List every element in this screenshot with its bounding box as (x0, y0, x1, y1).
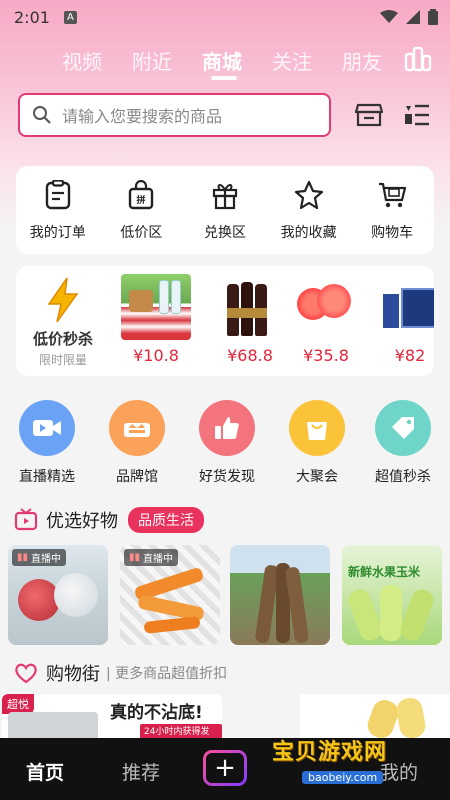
tab-friends[interactable]: 朋友 (342, 46, 382, 75)
product-card[interactable]: ▮▮ 直播中 (120, 545, 220, 645)
deal-price: ¥35.8 (303, 346, 349, 365)
shortcut-label: 购物车 (371, 225, 414, 241)
notification-a-icon: A (63, 10, 77, 24)
flash-sale-header[interactable]: 低价秒杀 限时限量 (16, 266, 110, 376)
tab-follow[interactable]: 关注 (272, 46, 312, 75)
deal-price: ¥68.8 (227, 346, 273, 365)
tab-recommend[interactable]: 推荐 (122, 758, 160, 785)
active-tab-indicator (211, 76, 237, 80)
deal-item[interactable]: ¥10.8 (118, 274, 194, 370)
banner-headline: 真的不沾底! (110, 703, 203, 723)
shop-icon[interactable] (354, 100, 384, 130)
shopping-street-header: 购物街 | 更多商品超值折扣 (14, 660, 227, 686)
wifi-icon (380, 10, 398, 23)
star-icon (294, 180, 323, 210)
video-camera-icon (19, 400, 75, 456)
category-label: 大聚会 (296, 469, 338, 485)
product-card[interactable] (230, 545, 330, 645)
section-title: 优选好物 (46, 511, 118, 532)
category-party[interactable]: 大聚会 (272, 400, 362, 486)
promo-banner[interactable]: 超悦 真的不沾底! 24小时内获得发货 (2, 694, 222, 744)
create-button[interactable]: + (203, 750, 247, 786)
category-super-deals[interactable]: 超值秒杀 (358, 400, 448, 486)
svg-text:拼: 拼 (137, 194, 146, 206)
category-label: 品牌馆 (116, 469, 158, 485)
tv-icon (14, 508, 38, 531)
status-time: 2:01 (14, 7, 50, 27)
shortcut-cart[interactable]: 购物车 (350, 166, 434, 254)
plus-icon: + (206, 753, 244, 783)
section-subtitle: | 更多商品超值折扣 (106, 666, 228, 682)
deal-price: ¥82 (394, 346, 426, 365)
grapefruit-image (291, 274, 361, 340)
gift-icon (212, 184, 238, 210)
cart-icon (379, 182, 407, 208)
shortcut-low-price[interactable]: 拼 低价区 (100, 166, 184, 254)
watermark-url: baobeiy.com (302, 771, 384, 784)
live-badge: ▮▮ 直播中 (124, 549, 179, 566)
product-card[interactable]: 新鲜水果玉米 (342, 545, 442, 645)
category-live-picks[interactable]: 直播精选 (2, 400, 92, 486)
battery-icon (428, 9, 438, 25)
tote-bag-icon (289, 400, 345, 456)
shortcut-bar: 我的订单 拼 低价区 兑换区 我的收藏 购物车 (16, 166, 434, 254)
crown-icon (109, 400, 165, 456)
picnic-product-image (121, 274, 191, 340)
tab-mall[interactable]: 商城 (202, 46, 242, 75)
corn-banner[interactable] (300, 694, 450, 742)
section-title: 购物街 (46, 664, 100, 685)
shortcut-my-orders[interactable]: 我的订单 (16, 166, 100, 254)
clipboard-icon (45, 180, 70, 210)
watermark-title: 宝贝游戏网 (272, 740, 388, 765)
tab-video[interactable]: 视频 (62, 46, 102, 75)
deal-item[interactable]: ¥68.8 (212, 274, 288, 370)
quality-life-badge[interactable]: 品质生活 (128, 507, 204, 533)
top-navigation: 视频 附近 商城 关注 朋友 (0, 40, 450, 80)
search-icon (33, 106, 51, 124)
category-label: 直播精选 (19, 469, 75, 485)
category-label: 好货发现 (199, 469, 255, 485)
selected-goods-header: 优选好物 品质生活 (14, 507, 204, 533)
shopping-bag-icon: 拼 (129, 180, 154, 210)
deal-item[interactable]: ¥82 (372, 274, 434, 370)
tea-box-image (375, 274, 434, 340)
shortcut-label: 我的订单 (29, 225, 86, 241)
category-label: 超值秒杀 (375, 469, 431, 485)
shortcut-favorites[interactable]: 我的收藏 (267, 166, 351, 254)
deal-item[interactable]: ¥35.8 (288, 274, 364, 370)
flash-sale-title: 低价秒杀 (32, 330, 93, 348)
category-row: 直播精选 品牌馆 好货发现 大聚会 超值秒杀 (0, 400, 450, 492)
flash-sale-card: 低价秒杀 限时限量 ¥10.8 ¥68.8 ¥35.8 ¥82 (16, 266, 434, 376)
lightning-icon (47, 277, 79, 323)
search-placeholder: 请输入您要搜索的商品 (62, 107, 223, 126)
hot-label: 超悦 (2, 694, 34, 714)
product-strip: ▮▮ 直播中 ▮▮ 直播中 新鲜水果玉米 (8, 545, 450, 645)
price-tag-icon (375, 400, 431, 456)
yam-image (230, 545, 330, 645)
deal-price: ¥10.8 (133, 346, 179, 365)
watermark: 宝贝游戏网 baobeiy.com (272, 734, 422, 784)
shortcut-label: 我的收藏 (280, 225, 337, 241)
product-card[interactable]: ▮▮ 直播中 (8, 545, 108, 645)
corn-image: 新鲜水果玉米 (342, 545, 442, 645)
flash-sale-subtitle: 限时限量 (38, 353, 87, 367)
category-brand-hall[interactable]: 品牌馆 (92, 400, 182, 486)
signal-icon (406, 10, 420, 24)
shortcut-label: 低价区 (120, 225, 163, 241)
status-bar: 2:01 A (0, 0, 450, 34)
category-list-icon[interactable] (402, 100, 432, 130)
vinegar-bottles-image (215, 274, 285, 340)
live-badge: ▮▮ 直播中 (12, 549, 67, 566)
tab-home[interactable]: 首页 (26, 758, 64, 785)
search-input[interactable]: 请输入您要搜索的商品 (18, 93, 331, 137)
shortcut-exchange[interactable]: 兑换区 (183, 166, 267, 254)
category-good-finds[interactable]: 好货发现 (182, 400, 272, 486)
heart-icon (15, 663, 37, 684)
shortcut-label: 兑换区 (203, 225, 246, 241)
thumbs-up-icon (199, 400, 255, 456)
tab-nearby[interactable]: 附近 (132, 46, 172, 75)
city-icon[interactable] (404, 46, 432, 72)
